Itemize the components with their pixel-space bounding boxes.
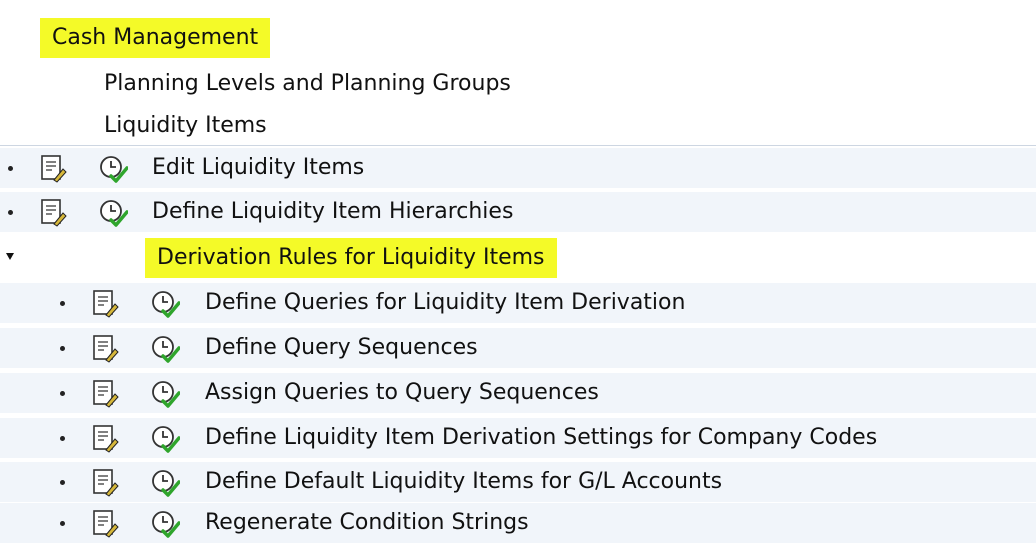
bullet-icon [8, 210, 13, 215]
tree-node-edit-liquidity-items[interactable]: Edit Liquidity Items [0, 148, 1036, 188]
node-label: Regenerate Condition Strings [205, 510, 529, 535]
bullet-icon [60, 301, 65, 306]
bullet-icon [60, 480, 65, 485]
tree-node-activity[interactable]: Define Query Sequences [0, 328, 1036, 368]
node-label: Assign Queries to Query Sequences [205, 380, 599, 405]
document-icon[interactable] [90, 378, 120, 408]
tree-node-activity[interactable]: Regenerate Condition Strings [0, 503, 1036, 543]
document-icon[interactable] [90, 508, 120, 538]
bullet-icon [60, 346, 65, 351]
tree-node-planning-levels[interactable]: Planning Levels and Planning Groups [0, 64, 1036, 104]
execute-clock-icon[interactable] [150, 333, 180, 363]
tree-node-activity[interactable]: Assign Queries to Query Sequences [0, 373, 1036, 413]
document-icon[interactable] [90, 467, 120, 497]
node-label: Cash Management [40, 18, 271, 58]
divider [0, 145, 1036, 146]
bullet-icon [60, 436, 65, 441]
node-label: Edit Liquidity Items [152, 155, 365, 180]
document-icon[interactable] [90, 423, 120, 453]
node-label: Define Default Liquidity Items for G/L A… [205, 469, 723, 494]
node-label: Derivation Rules for Liquidity Items [145, 238, 557, 278]
execute-clock-icon[interactable] [150, 467, 180, 497]
tree-node-activity[interactable]: Define Liquidity Item Derivation Setting… [0, 418, 1036, 458]
node-label: Define Liquidity Item Hierarchies [152, 199, 514, 224]
bullet-icon [60, 391, 65, 396]
execute-clock-icon[interactable] [98, 153, 128, 183]
execute-clock-icon[interactable] [150, 423, 180, 453]
img-tree: Cash Management Planning Levels and Plan… [0, 0, 1036, 543]
tree-node-liquidity-items[interactable]: Liquidity Items [0, 106, 1036, 146]
tree-node-derivation-rules[interactable]: Derivation Rules for Liquidity Items [0, 238, 1036, 278]
tree-node-activity[interactable]: Define Queries for Liquidity Item Deriva… [0, 283, 1036, 323]
tree-node-define-liquidity-item-hierarchies[interactable]: Define Liquidity Item Hierarchies [0, 192, 1036, 232]
document-icon[interactable] [38, 153, 68, 183]
expand-triangle-icon[interactable] [6, 253, 14, 260]
node-label: Liquidity Items [104, 113, 267, 138]
execute-clock-icon[interactable] [150, 508, 180, 538]
document-icon[interactable] [90, 333, 120, 363]
node-label: Define Queries for Liquidity Item Deriva… [205, 290, 686, 315]
document-icon[interactable] [38, 197, 68, 227]
tree-node-cash-management[interactable]: Cash Management [0, 18, 1036, 58]
node-label: Planning Levels and Planning Groups [104, 71, 511, 96]
tree-node-activity[interactable]: Define Default Liquidity Items for G/L A… [0, 462, 1036, 502]
execute-clock-icon[interactable] [150, 378, 180, 408]
execute-clock-icon[interactable] [98, 197, 128, 227]
bullet-icon [60, 521, 65, 526]
execute-clock-icon[interactable] [150, 288, 180, 318]
document-icon[interactable] [90, 288, 120, 318]
node-label: Define Query Sequences [205, 335, 478, 360]
bullet-icon [8, 166, 13, 171]
node-label: Define Liquidity Item Derivation Setting… [205, 425, 878, 450]
